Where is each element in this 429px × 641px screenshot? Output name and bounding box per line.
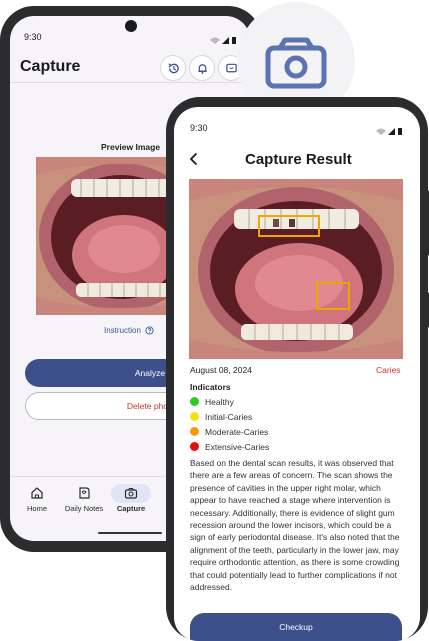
mouth-photo-annotated — [189, 179, 403, 359]
legend-item-extensive-caries: Extensive-Caries — [190, 439, 269, 454]
history-button[interactable] — [160, 55, 186, 81]
header-divider — [10, 82, 250, 83]
legend-label: Healthy — [205, 396, 234, 407]
instruction-label: Instruction — [104, 326, 141, 335]
diagnosis-label: Caries — [376, 365, 401, 375]
instruction-link[interactable]: Instruction — [104, 326, 154, 335]
chat-icon — [225, 63, 237, 72]
status-icons — [374, 123, 404, 135]
phone-side-button-bottom — [424, 292, 429, 328]
nav-capture[interactable]: Capture — [114, 486, 148, 513]
legend-item-healthy: Healthy — [190, 394, 269, 409]
scan-date: August 08, 2024 — [190, 365, 252, 375]
initial-caries-dot-icon — [190, 412, 199, 421]
chevron-left-icon — [189, 152, 198, 166]
home-icon — [31, 487, 43, 499]
notifications-button[interactable] — [189, 55, 215, 81]
capture-result-screen: 9:30 Capture Result August 08, 2024 Cari… — [174, 107, 420, 641]
page-title: Capture — [20, 58, 81, 75]
scan-summary: Based on the dental scan results, it was… — [190, 458, 400, 593]
preview-image-label: Preview Image — [101, 142, 161, 152]
status-time: 9:30 — [190, 123, 208, 133]
back-button[interactable] — [186, 151, 202, 167]
nav-daily-notes[interactable]: Daily Notes — [60, 486, 108, 513]
nav-home[interactable]: Home — [22, 486, 52, 513]
legend-label: Initial-Caries — [205, 411, 253, 422]
help-icon — [145, 326, 154, 335]
moderate-caries-dot-icon — [190, 427, 199, 436]
phone-side-button-top — [424, 190, 429, 256]
extensive-caries-dot-icon — [190, 442, 199, 451]
notes-icon — [79, 487, 90, 499]
legend-label: Extensive-Caries — [205, 441, 270, 452]
legend-label: Moderate-Caries — [205, 426, 269, 437]
signal-battery-icon — [376, 128, 402, 135]
front-camera-hole — [125, 20, 137, 32]
indicators-heading: Indicators — [190, 382, 231, 392]
status-icons — [208, 32, 238, 44]
healthy-dot-icon — [190, 397, 199, 406]
nav-daily-notes-label: Daily Notes — [64, 504, 104, 513]
camera-icon — [124, 487, 138, 499]
checkup-button[interactable]: Checkup — [190, 613, 402, 641]
home-indicator — [98, 532, 162, 534]
page-title: Capture Result — [245, 151, 352, 168]
history-icon — [167, 62, 179, 73]
legend-item-moderate-caries: Moderate-Caries — [190, 424, 269, 439]
status-time: 9:30 — [24, 32, 42, 42]
nav-home-label: Home — [26, 504, 47, 513]
legend-item-initial-caries: Initial-Caries — [190, 409, 269, 424]
signal-battery-icon — [210, 37, 236, 44]
nav-capture-label: Capture — [116, 504, 146, 513]
result-image — [189, 179, 403, 359]
bell-icon — [197, 63, 207, 74]
indicator-legend: Healthy Initial-Caries Moderate-Caries E… — [190, 394, 269, 454]
